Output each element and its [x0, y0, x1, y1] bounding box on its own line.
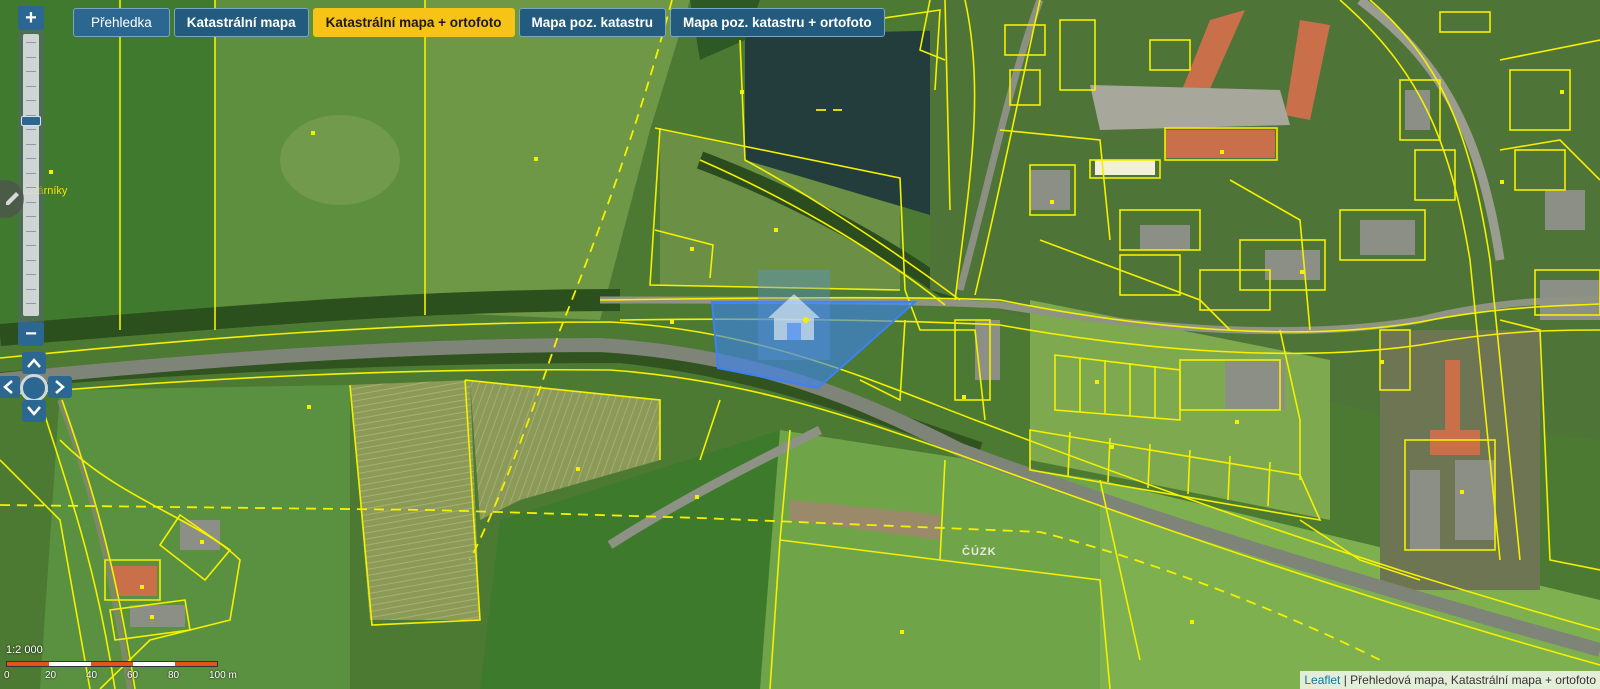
- tab-overview[interactable]: Přehledka: [73, 8, 170, 37]
- zoom-out-button[interactable]: −: [18, 322, 44, 346]
- scale-label: 100 m: [209, 670, 237, 681]
- zoom-tick: [26, 303, 36, 304]
- chevron-down-icon[interactable]: [22, 400, 46, 422]
- zoom-control: + −: [18, 6, 44, 346]
- zoom-tick: [26, 71, 36, 72]
- zoom-tick: [26, 288, 36, 290]
- zoom-tick: [26, 56, 36, 58]
- scale-label: 20: [45, 670, 57, 681]
- zoom-slider-track[interactable]: [21, 34, 41, 316]
- zoom-tick: [26, 245, 36, 246]
- scale-label: 40: [86, 670, 98, 681]
- scale-labels: 0 20 40 60 80 100 m: [4, 670, 244, 684]
- house-marker-icon[interactable]: [756, 268, 832, 368]
- cuzk-watermark: ČÚZK: [962, 546, 997, 558]
- zoom-tick: [26, 42, 36, 43]
- scale-bar-segments: [6, 661, 218, 667]
- zoom-tick: [26, 216, 36, 217]
- layer-switcher: Přehledka Katastrální mapa Katastrální m…: [73, 8, 885, 37]
- zoom-tick: [26, 85, 36, 87]
- zoom-tick: [26, 172, 36, 174]
- scale-label: 80: [168, 670, 180, 681]
- chevron-left-icon[interactable]: [0, 376, 20, 398]
- zoom-tick: [26, 158, 36, 159]
- zoom-tick: [26, 100, 36, 101]
- zoom-tick: [26, 143, 36, 145]
- pan-control: [0, 352, 72, 424]
- zoom-tick: [26, 201, 36, 203]
- attribution: Leaflet | Přehledová mapa, Katastrální m…: [1300, 671, 1600, 689]
- leaflet-link[interactable]: Leaflet: [1304, 673, 1340, 687]
- zoom-tick: [26, 230, 36, 232]
- zoom-tick: [26, 187, 36, 188]
- tab-cadastral-ortho[interactable]: Katastrální mapa + ortofoto: [312, 8, 515, 37]
- tab-cadastral-map[interactable]: Katastrální mapa: [173, 8, 309, 37]
- zoom-tick: [26, 274, 36, 275]
- tab-pos-cadastre-ortho[interactable]: Mapa poz. katastru + ortofoto: [670, 8, 885, 37]
- locate-icon[interactable]: [20, 374, 48, 402]
- scale-label: 60: [127, 670, 139, 681]
- scale-ratio: 1:2 000: [6, 644, 43, 656]
- zoom-tick: [26, 129, 36, 130]
- zoom-slider-handle[interactable]: [21, 115, 41, 126]
- attribution-text: | Přehledová mapa, Katastrální mapa + or…: [1340, 673, 1596, 687]
- zoom-tick: [26, 259, 36, 261]
- zoom-in-button[interactable]: +: [18, 6, 44, 30]
- scale-label: 0: [4, 670, 10, 681]
- chevron-up-icon[interactable]: [22, 352, 46, 374]
- scale-bar: 1:2 000 0 20 40 60 80 100 m: [4, 644, 237, 681]
- tab-pos-cadastre[interactable]: Mapa poz. katastru: [518, 8, 667, 37]
- chevron-right-icon[interactable]: [48, 376, 72, 398]
